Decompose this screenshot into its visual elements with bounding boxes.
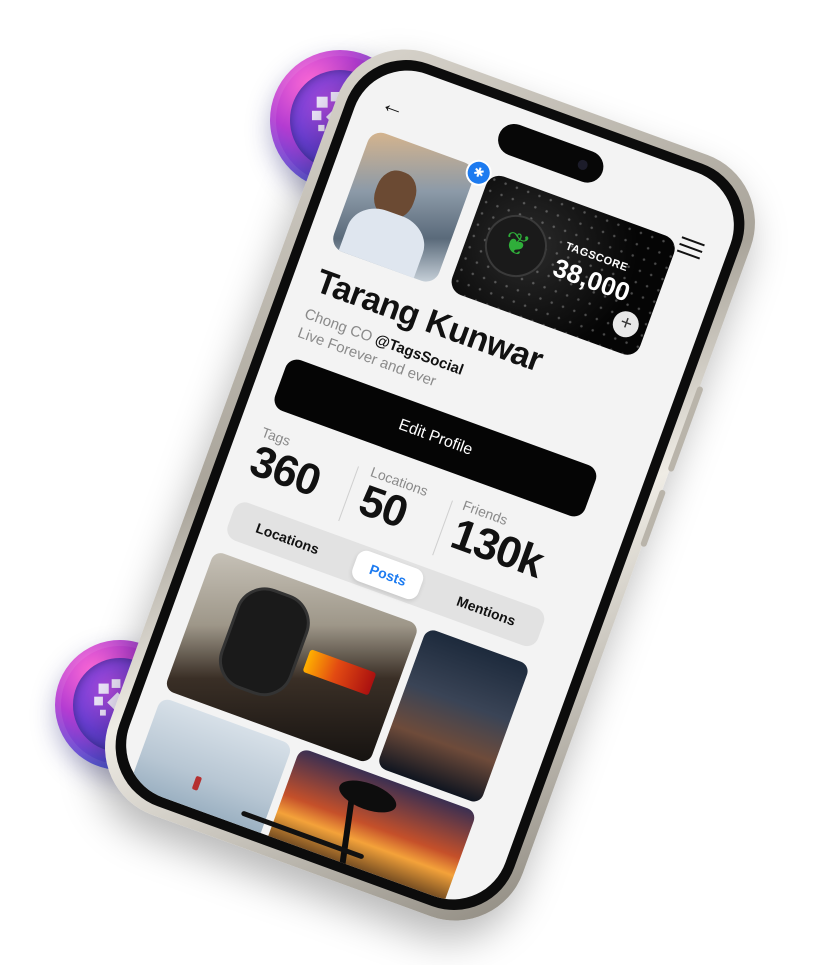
stat-locations[interactable]: Locations 50	[353, 464, 431, 541]
back-arrow-icon[interactable]: ←	[377, 89, 409, 124]
tab-locations[interactable]: Locations	[236, 507, 339, 571]
hamburger-menu-icon[interactable]	[675, 232, 706, 265]
tab-posts[interactable]: Posts	[349, 548, 427, 603]
stat-tags[interactable]: Tags 360	[244, 424, 331, 506]
avatar[interactable]	[329, 128, 478, 286]
stat-friends[interactable]: Friends 130k	[445, 497, 555, 587]
tab-mentions[interactable]: Mentions	[437, 580, 536, 642]
phone-device: ← ✱ ❦ TAGSCORE 38,000 + Tarang Kunwar Ch…	[84, 29, 776, 941]
